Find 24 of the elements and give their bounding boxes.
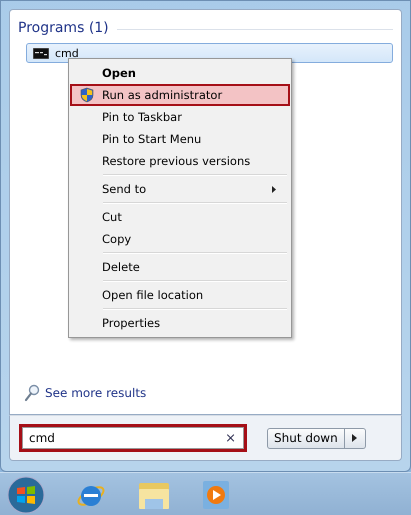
search-field[interactable]: cmd × [19,424,247,452]
menu-item[interactable]: Copy [70,228,290,250]
search-icon [24,384,40,402]
console-icon [33,48,49,58]
section-heading: Programs (1) [18,20,109,36]
submenu-arrow-icon [272,186,276,193]
see-more-results-link[interactable]: See more results [45,386,146,400]
menu-item[interactable]: Send to [70,178,290,200]
menu-item[interactable]: Delete [70,256,290,278]
menu-item[interactable]: Open file location [70,284,290,306]
shut-down-options-button[interactable] [344,428,366,448]
media-player-icon[interactable] [201,478,231,510]
shield-icon [79,87,95,103]
menu-item[interactable]: Cut [70,206,290,228]
menu-item[interactable]: Run as administrator [70,84,290,106]
caret-icon [352,434,358,442]
menu-item[interactable]: Restore previous versions [70,150,290,172]
menu-item[interactable]: Pin to Start Menu [70,128,290,150]
menu-item[interactable]: Pin to Taskbar [70,106,290,128]
start-orb-icon[interactable] [7,476,45,514]
shut-down-button[interactable]: Shut down [267,428,345,448]
clear-button[interactable]: × [225,430,236,446]
menu-item[interactable]: Open [70,62,290,84]
menu-item[interactable]: Properties [70,312,290,334]
